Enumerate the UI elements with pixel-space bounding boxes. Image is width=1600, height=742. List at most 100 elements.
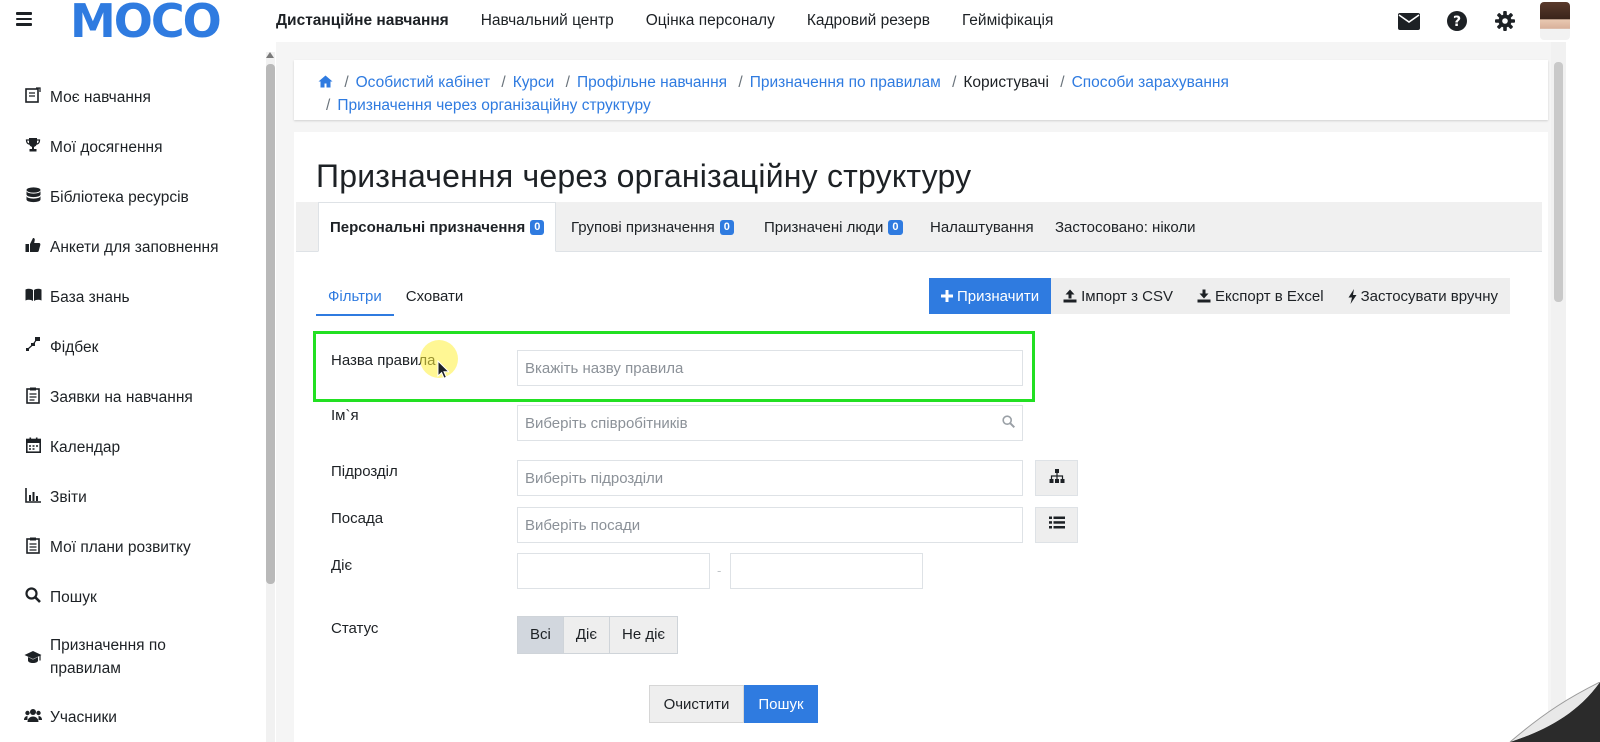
search-icon xyxy=(22,586,44,604)
sidebar-item-participants[interactable]: Учасники xyxy=(22,706,117,729)
tab-personal-assignments[interactable]: Персональні призначення 0 xyxy=(318,202,557,252)
topnav-item-staff-evaluation[interactable]: Оцінка персоналу xyxy=(646,12,775,30)
status-inactive-button[interactable]: Не діє xyxy=(610,617,678,653)
sidebar-item-rule-assignments[interactable]: Призначення по правилам xyxy=(22,634,222,680)
breadcrumb-courses[interactable]: Курси xyxy=(513,74,555,91)
page-title: Призначення через організаційну структур… xyxy=(316,158,972,194)
page-scrollbar-thumb[interactable] xyxy=(1554,62,1563,302)
scroll-up-arrow-icon[interactable] xyxy=(266,52,274,58)
breadcrumb-org-structure-assignment[interactable]: Призначення через організаційну структур… xyxy=(337,97,650,114)
navbar-icons: ? xyxy=(1372,0,1570,42)
sidebar-item-development-plans[interactable]: Мої плани розвитку xyxy=(22,536,191,559)
import-csv-button[interactable]: Імпорт з CSV xyxy=(1051,278,1186,314)
position-list-button[interactable] xyxy=(1035,507,1078,543)
active-label: Діє xyxy=(331,557,353,574)
tab-assigned-people[interactable]: Призначені люди 0 xyxy=(753,202,914,252)
rule-name-input[interactable]: Вкажіть назву правила xyxy=(517,350,1023,386)
export-excel-button[interactable]: Експорт в Excel xyxy=(1185,278,1336,314)
plus-icon xyxy=(941,290,953,302)
bolt-icon xyxy=(1348,288,1357,304)
svg-text:?: ? xyxy=(1453,14,1461,30)
clipboard-icon xyxy=(22,386,44,404)
position-label: Посада xyxy=(331,510,384,527)
topnav-item-learning-center[interactable]: Навчальний центр xyxy=(481,12,614,30)
tab-applied-status[interactable]: Застосовано: ніколи xyxy=(1044,202,1207,252)
tab-group-assignments[interactable]: Групові призначення 0 xyxy=(560,202,745,252)
calendar-icon xyxy=(22,436,44,454)
count-badge: 0 xyxy=(530,219,545,235)
breadcrumb-personal-cabinet[interactable]: Особистий кабінет xyxy=(356,74,490,91)
tab-settings[interactable]: Налаштування xyxy=(919,202,1045,252)
search-button[interactable]: Пошук xyxy=(744,685,818,723)
database-icon xyxy=(22,186,44,204)
sidebar-item-resource-library[interactable]: Бібліотека ресурсів xyxy=(22,186,189,209)
department-select[interactable]: Виберіть підрозділи xyxy=(517,460,1023,496)
book-icon xyxy=(22,86,44,104)
sidebar-scrollbar[interactable] xyxy=(266,52,275,742)
logo[interactable]: MOCO xyxy=(70,0,222,44)
breadcrumb-rule-assignments[interactable]: Призначення по правилам xyxy=(750,74,941,91)
status-active-button[interactable]: Діє xyxy=(563,617,610,653)
position-select[interactable]: Виберіть посади xyxy=(517,507,1023,543)
name-label: Ім`я xyxy=(331,407,359,424)
mouse-pointer-icon xyxy=(437,359,451,385)
status-label: Статус xyxy=(331,620,379,637)
sidebar-item-feedback[interactable]: Фідбек xyxy=(22,336,98,359)
department-label: Підрозділ xyxy=(331,463,398,480)
feedback-icon xyxy=(22,336,44,354)
count-badge: 0 xyxy=(719,219,734,235)
filter-subtabs: Фільтри Сховати xyxy=(316,278,475,316)
sidebar-item-knowledge-base[interactable]: База знань xyxy=(22,286,130,309)
gear-icon[interactable] xyxy=(1494,10,1516,32)
page-scrollbar[interactable] xyxy=(1551,42,1566,742)
breadcrumb-profile-training[interactable]: Профільне навчання xyxy=(577,74,727,91)
topnav-item-gamification[interactable]: Гейміфікація xyxy=(962,12,1053,30)
sidebar-item-calendar[interactable]: Календар xyxy=(22,436,120,459)
users-icon xyxy=(22,706,44,724)
topnav-item-distance-learning[interactable]: Дистанційне навчання xyxy=(276,12,449,30)
top-navigation: Дистанційне навчання Навчальний центр Оц… xyxy=(276,0,1085,42)
active-date-from[interactable] xyxy=(517,553,710,589)
action-toolbar: Призначити Імпорт з CSV Експорт в Excel … xyxy=(929,278,1511,314)
chart-icon xyxy=(22,486,44,504)
topnav-item-talent-pool[interactable]: Кадровий резерв xyxy=(807,12,930,30)
employees-select[interactable]: Виберіть співробітників xyxy=(517,405,1023,441)
status-button-group: Всі Діє Не діє xyxy=(517,616,679,654)
count-badge: 0 xyxy=(888,219,903,235)
list-icon xyxy=(1048,516,1065,534)
org-structure-button[interactable] xyxy=(1035,460,1078,496)
subtab-filters[interactable]: Фільтри xyxy=(316,278,394,316)
top-navbar: MOCO Дистанційне навчання Навчальний цен… xyxy=(0,0,1600,44)
sidebar-item-search[interactable]: Пошук xyxy=(22,586,97,609)
active-date-to[interactable] xyxy=(730,553,923,589)
breadcrumb: / Особистий кабінет / Курси / Профільне нав… xyxy=(294,60,1548,120)
date-range-separator: - xyxy=(717,563,722,578)
sidebar-item-achievements[interactable]: Мої досягнення xyxy=(22,136,162,159)
breadcrumb-enrolment-methods[interactable]: Способи зарахування xyxy=(1072,74,1229,91)
hamburger-menu-icon[interactable] xyxy=(16,12,32,26)
graduation-cap-icon xyxy=(22,648,44,666)
status-all-button[interactable]: Всі xyxy=(518,617,564,653)
tabs-bar: Персональні призначення 0 Групові признач… xyxy=(296,202,1542,252)
sidebar-item-questionnaires[interactable]: Анкети для заповнення xyxy=(22,236,218,259)
thumbs-up-icon xyxy=(22,236,44,254)
open-book-icon xyxy=(22,286,44,304)
envelope-icon[interactable] xyxy=(1398,10,1420,32)
clear-button[interactable]: Очистити xyxy=(649,685,744,723)
question-circle-icon[interactable]: ? xyxy=(1446,10,1468,32)
page-curl-decoration xyxy=(1490,681,1600,742)
search-icon xyxy=(1002,414,1016,432)
sidebar-scrollbar-thumb[interactable] xyxy=(266,64,275,584)
home-icon[interactable] xyxy=(318,74,333,91)
sitemap-icon xyxy=(1049,468,1065,488)
subtab-hide[interactable]: Сховати xyxy=(394,278,476,316)
trophy-icon xyxy=(22,136,44,154)
sidebar-item-reports[interactable]: Звіти xyxy=(22,486,87,509)
user-avatar[interactable] xyxy=(1540,2,1570,40)
apply-manually-button[interactable]: Застосувати вручну xyxy=(1335,278,1511,314)
sidebar-item-training-requests[interactable]: Заявки на навчання xyxy=(22,386,193,409)
sidebar-item-my-learning[interactable]: Моє навчання xyxy=(22,86,151,109)
sidebar: Моє навчання Мої досягнення Бібліотека р… xyxy=(0,42,262,742)
assign-button[interactable]: Призначити xyxy=(929,278,1052,314)
clipboard-list-icon xyxy=(22,536,44,554)
